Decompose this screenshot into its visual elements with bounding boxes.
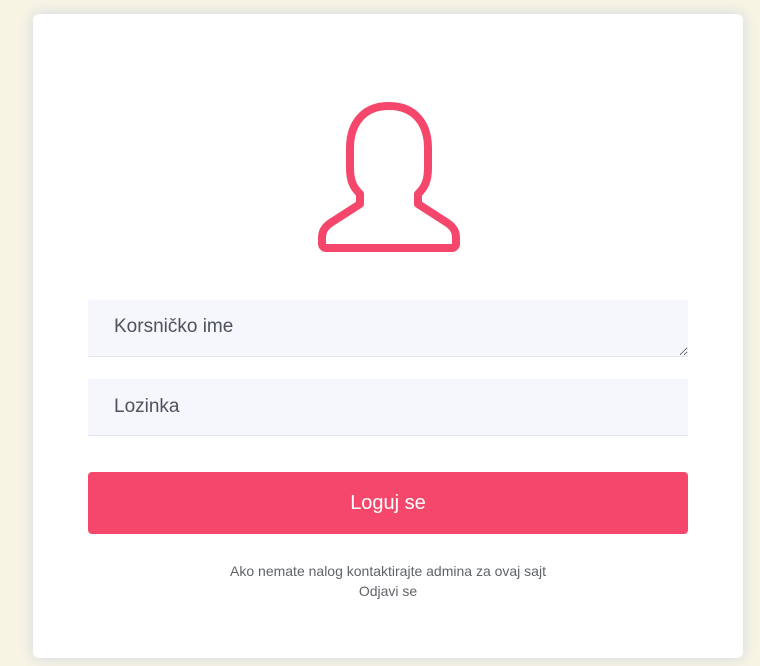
logout-link[interactable]: Odjavi se — [359, 583, 417, 599]
footer: Ako nemate nalog kontaktirajte admina za… — [33, 561, 743, 601]
username-input[interactable] — [88, 300, 688, 357]
password-input[interactable] — [88, 379, 688, 436]
user-avatar-icon — [316, 100, 462, 254]
no-account-message: Ako nemate nalog kontaktirajte admina za… — [230, 563, 546, 579]
login-card: Loguj se Ako nemate nalog kontaktirajte … — [33, 14, 743, 658]
login-button[interactable]: Loguj se — [88, 472, 688, 534]
